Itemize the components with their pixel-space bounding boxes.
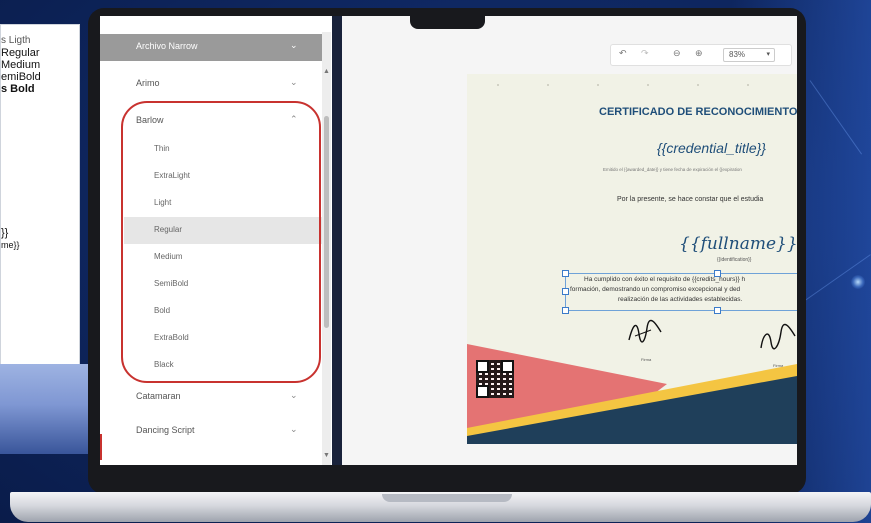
certificate-canvas[interactable]: CERTIFICADO DE RECONOCIMIENTO {{credenti… xyxy=(467,74,797,444)
credential-title-placeholder[interactable]: {{credential_title}} xyxy=(657,140,766,156)
background-gradient-band xyxy=(0,364,90,454)
qr-corner xyxy=(476,385,489,398)
scroll-down-icon[interactable]: ▼ xyxy=(323,452,330,459)
redo-icon[interactable]: ↷ xyxy=(641,48,649,59)
editor-toolbar: ↶ ↷ ⊖ ⊕ 83% ▾ xyxy=(610,44,792,66)
resize-handle[interactable] xyxy=(562,307,569,314)
qr-corner xyxy=(476,360,489,373)
font-label: Dancing Script xyxy=(136,425,195,435)
body-text-line: formación, demostrando un compromiso exc… xyxy=(570,286,741,293)
body-text-line: Ha cumplido con éxito el requisito de {{… xyxy=(584,276,746,283)
background-document-panel: s Ligth Regular Medium emiBold s Bold }}… xyxy=(0,24,80,366)
laptop-screen: Archivo Narrow ⌄ Arimo ⌄ Barlow ⌃ Thin E… xyxy=(100,16,797,465)
doc-text-line: Medium xyxy=(1,59,41,71)
resize-handle[interactable] xyxy=(562,288,569,295)
selection-marker xyxy=(100,434,102,460)
doc-text-line: Regular xyxy=(1,47,40,59)
body-text-line: realización de las actividades estableci… xyxy=(618,296,743,303)
chevron-down-icon: ⌄ xyxy=(290,77,298,87)
zoom-in-icon[interactable]: ⊕ xyxy=(695,48,703,59)
undo-icon[interactable]: ↶ xyxy=(619,48,627,59)
doc-text-line: }} xyxy=(1,227,9,239)
doc-text-line: s Ligth xyxy=(1,35,31,46)
dropdown-icon: ▾ xyxy=(766,51,770,58)
issued-date-line[interactable]: Emitido el {{awarded_date}} y tiene fech… xyxy=(603,167,742,172)
font-item-dancing-script[interactable]: Dancing Script ⌄ xyxy=(100,418,322,445)
grid-dot xyxy=(747,84,749,86)
fullname-placeholder[interactable]: {{fullname}} xyxy=(679,234,797,254)
grid-dot xyxy=(647,84,649,86)
selected-text-box[interactable]: Ha cumplido con éxito el requisito de {{… xyxy=(565,273,797,311)
font-item-arimo[interactable]: Arimo ⌄ xyxy=(100,71,322,98)
qr-corner xyxy=(501,360,514,373)
panel-divider xyxy=(332,16,342,465)
resize-handle[interactable] xyxy=(714,307,721,314)
font-item-catamaran[interactable]: Catamaran ⌄ xyxy=(100,384,322,411)
laptop-base-groove xyxy=(382,494,512,502)
background-glow-dot xyxy=(851,275,865,289)
resize-handle[interactable] xyxy=(562,270,569,277)
grid-dot xyxy=(597,84,599,86)
font-label: Arimo xyxy=(136,78,160,88)
scroll-up-icon[interactable]: ▲ xyxy=(323,68,330,75)
font-item-archivo-narrow[interactable]: Archivo Narrow ⌄ xyxy=(100,34,322,61)
zoom-out-icon[interactable]: ⊖ xyxy=(673,48,681,59)
font-label: Catamaran xyxy=(136,391,181,401)
font-sidebar: Archivo Narrow ⌄ Arimo ⌄ Barlow ⌃ Thin E… xyxy=(100,16,340,465)
doc-text-line: s Bold xyxy=(1,83,35,95)
certificate-decorative-bands xyxy=(467,344,797,444)
grid-dot xyxy=(697,84,699,86)
chevron-down-icon: ⌄ xyxy=(290,390,298,400)
camera-notch xyxy=(410,14,485,29)
zoom-value: 83% xyxy=(729,50,746,59)
chevron-down-icon: ⌄ xyxy=(290,40,298,50)
doc-text-line: emiBold xyxy=(1,71,41,83)
resize-handle[interactable] xyxy=(714,270,721,277)
chevron-down-icon: ⌄ xyxy=(290,424,298,434)
font-label: Archivo Narrow xyxy=(136,41,198,51)
certificate-title[interactable]: CERTIFICADO DE RECONOCIMIENTO xyxy=(599,106,797,118)
grid-dot xyxy=(497,84,499,86)
grid-dot xyxy=(547,84,549,86)
scrollbar-thumb[interactable] xyxy=(324,116,329,328)
intro-text[interactable]: Por la presente, se hace constar que el … xyxy=(617,196,763,203)
identification-placeholder[interactable]: {{identification}} xyxy=(717,257,751,263)
weight-highlight-outline xyxy=(121,101,321,383)
zoom-select[interactable]: 83% ▾ xyxy=(723,48,775,62)
doc-text-line: me}} xyxy=(1,240,20,250)
